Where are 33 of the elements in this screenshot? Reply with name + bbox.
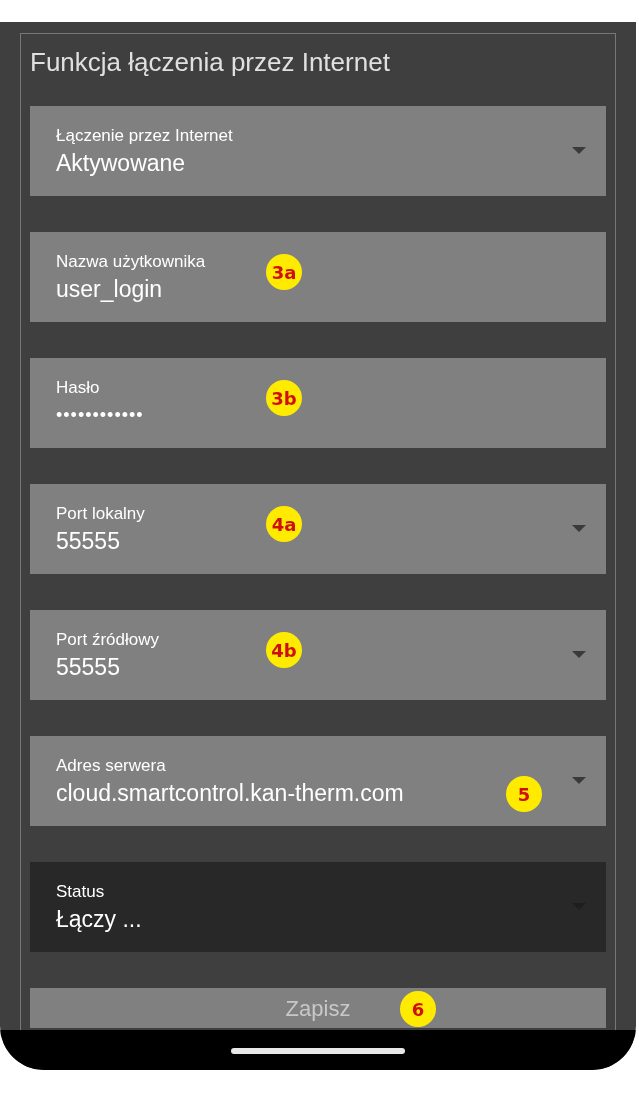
annotation-badge: 6: [400, 991, 436, 1027]
annotation-badge: 4b: [266, 632, 302, 668]
field-label: Status: [56, 881, 105, 903]
field-label: Łączenie przez Internet: [56, 125, 233, 147]
field-value: 55555: [56, 653, 120, 682]
field-label: Port lokalny: [56, 503, 145, 525]
dropdown-field[interactable]: Łączenie przez Internet Aktywowane: [30, 106, 606, 196]
caret-icon: [572, 651, 586, 659]
field-value: ••••••••••••: [56, 404, 144, 427]
dropdown-field[interactable]: Port źródłowy 55555 4b: [30, 610, 606, 700]
annotation-badge: 3b: [266, 380, 302, 416]
caret-icon: [572, 147, 586, 155]
annotation-badge: 3a: [266, 254, 302, 290]
field-value: cloud.smartcontrol.kan-therm.com: [56, 779, 404, 808]
input-field[interactable]: Hasło •••••••••••• 3b: [30, 358, 606, 448]
field-value: Aktywowane: [56, 149, 186, 178]
annotation-badge: 4a: [266, 506, 302, 542]
field-label: Port źródłowy: [56, 629, 159, 651]
dropdown-field[interactable]: Adres serwera cloud.smartcontrol.kan-therm.com 5: [30, 736, 606, 826]
field-label: Hasło: [56, 377, 100, 399]
annotation-badge: 5: [506, 776, 542, 812]
panel-title: Funkcja łączenia przez Internet: [30, 46, 390, 79]
caret-icon: [572, 777, 586, 785]
field-label: Nazwa użytkownika: [56, 251, 206, 273]
field-value: user_login: [56, 275, 163, 304]
caret-icon: [572, 525, 586, 533]
home-indicator[interactable]: [231, 1048, 405, 1054]
field-value: 55555: [56, 527, 120, 556]
field-value: Łączy ...: [56, 905, 142, 934]
field-label: Adres serwera: [56, 755, 166, 777]
dropdown-field[interactable]: Port lokalny 55555 4a: [30, 484, 606, 574]
input-field[interactable]: Nazwa użytkownika user_login 3a: [30, 232, 606, 322]
save-button[interactable]: Zapisz 6: [30, 988, 606, 1028]
